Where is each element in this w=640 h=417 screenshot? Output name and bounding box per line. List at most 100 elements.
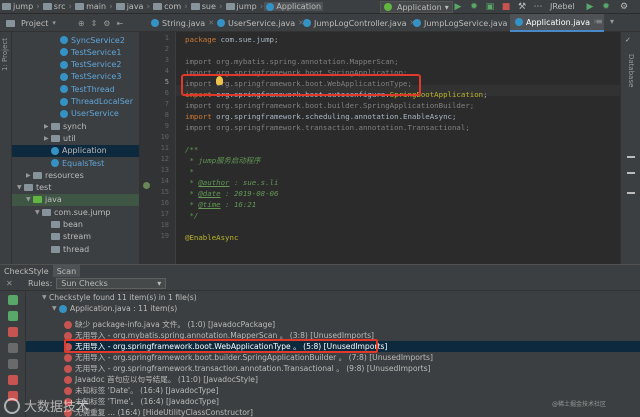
tree-item[interactable]: ▼ java <box>12 193 139 206</box>
collapse-panel-icon[interactable]: ✕ <box>6 279 13 288</box>
error-icon <box>64 386 72 395</box>
tree-item[interactable]: ThreadLocalSer <box>12 96 139 108</box>
breadcrumb-src[interactable]: src <box>41 2 68 11</box>
code-line-17: */ <box>185 211 199 220</box>
jrebel-debug-icon[interactable]: ✹ <box>600 1 612 13</box>
error-stripe-mark[interactable] <box>627 192 635 194</box>
jrebel-run-icon[interactable]: ▶ <box>584 1 596 13</box>
tab-jumplogservice-java[interactable]: JumpLogService.java✕ <box>408 14 521 32</box>
results-file-node[interactable]: ▼ Application.java : 11 item(s) <box>26 303 640 314</box>
left-tool-strip: 1: Project <box>0 32 12 264</box>
chevron-down-icon[interactable]: ▼ <box>26 196 33 203</box>
issue-row[interactable]: Javadoc 首句应以句号结尾。 (11:0) [JavadocStyle] <box>26 374 640 385</box>
tree-item[interactable]: stream <box>12 231 139 243</box>
breadcrumb-sue[interactable]: sue <box>189 2 218 11</box>
issue-text: 未知标签 'Date'。 (16:4) [JavadocType] <box>75 386 219 395</box>
breadcrumb-jump[interactable]: jump <box>0 2 35 11</box>
tree-item[interactable]: ▶ synch <box>12 120 139 132</box>
gear-icon[interactable]: ⚙ <box>103 19 110 28</box>
class-icon <box>266 2 275 11</box>
tree-item[interactable]: ▶ util <box>12 132 139 144</box>
line-number: 19 <box>160 232 169 240</box>
tab-application-java[interactable]: Application.java ✕ <box>510 14 604 32</box>
code-editor[interactable]: package com.sue.jump; import org.mybatis… <box>176 32 620 264</box>
build-icon[interactable]: ⚒ <box>516 1 528 13</box>
debug-icon[interactable]: ✹ <box>468 1 480 13</box>
error-stripe-mark[interactable] <box>627 172 635 174</box>
tree-item-label: com.sue.jump <box>54 207 111 217</box>
tree-item-label: resources <box>45 170 84 180</box>
error-stripe-mark[interactable] <box>627 156 635 158</box>
coverage-icon[interactable]: ▣ <box>484 1 496 13</box>
tree-item-label: TestService2 <box>71 60 122 70</box>
more-icon[interactable]: ⋯ <box>532 1 544 13</box>
issue-row[interactable]: 未知标签 'Time'。 (16:4) [JavadocType] <box>26 396 640 407</box>
run-config-select[interactable]: Application ▾ <box>380 1 453 13</box>
tab-list-icon[interactable]: ≡ <box>596 17 603 26</box>
tree-item[interactable]: TestService3 <box>12 71 139 83</box>
line-number: 4 <box>164 67 169 75</box>
breadcrumb-jump-pkg[interactable]: jump <box>224 2 259 11</box>
tab-scan[interactable]: Scan <box>52 264 81 278</box>
collapse-icon[interactable]: ⇕ <box>91 19 98 28</box>
tree-item[interactable]: TestService1 <box>12 46 139 58</box>
project-tool-button[interactable]: 1: Project <box>1 38 9 71</box>
tree-item[interactable]: UserService <box>12 108 139 120</box>
jrebel-select[interactable]: JRebel <box>550 2 575 11</box>
database-tool-button[interactable]: Database <box>627 54 635 87</box>
tree-item[interactable]: Application <box>12 144 139 157</box>
breadcrumb-com[interactable]: com <box>151 2 183 11</box>
issue-row[interactable]: 无用导入 - org.springframework.boot.builder.… <box>26 352 640 363</box>
stop-icon[interactable]: ■ <box>500 1 512 13</box>
chevron-right-icon[interactable]: ▶ <box>44 135 51 142</box>
breadcrumb-main[interactable]: main <box>73 2 108 11</box>
chevron-down-icon[interactable]: ▼ <box>17 184 24 191</box>
tree-item[interactable]: TestThread <box>12 83 139 95</box>
tree-item[interactable]: thread <box>12 243 139 255</box>
class-icon <box>60 36 68 44</box>
check-file-icon[interactable] <box>8 295 18 305</box>
breadcrumb-application[interactable]: Application <box>264 2 324 11</box>
tree-item[interactable]: TestService2 <box>12 59 139 71</box>
tree-item[interactable]: EqualsTest <box>12 157 139 169</box>
class-icon <box>60 60 68 69</box>
results-summary[interactable]: ▼ Checkstyle found 11 item(s) in 1 file(s… <box>26 292 640 303</box>
tree-item[interactable]: ▶ resources <box>12 169 139 181</box>
issue-row[interactable]: 无需重复 ... (16:4) [HideUtilityClassConstru… <box>26 407 640 417</box>
source-folder-icon <box>33 196 42 204</box>
issue-row[interactable]: 未知标签 'Date'。 (16:4) [JavadocType] <box>26 385 640 396</box>
issue-row[interactable]: 无用导入 - org.springframework.transaction.a… <box>26 363 640 374</box>
expand-all-icon[interactable] <box>8 343 18 353</box>
folder-icon <box>190 3 200 10</box>
fold-marker-icon[interactable] <box>143 182 150 189</box>
tab-overflow-icon[interactable]: ▾ <box>610 17 614 26</box>
target-icon[interactable]: ⊕ <box>78 19 85 28</box>
class-icon <box>60 109 68 118</box>
folder-icon <box>225 3 235 10</box>
collapse-all-icon[interactable] <box>8 359 18 369</box>
chevron-right-icon[interactable]: ▶ <box>26 172 33 179</box>
settings-icon[interactable]: ⚙ <box>618 1 630 13</box>
tab-checkstyle[interactable]: CheckStyle <box>0 265 53 278</box>
tab-jumplogcontroller-java[interactable]: JumpLogController.java✕ <box>298 14 420 32</box>
display-errors-icon[interactable] <box>8 375 18 385</box>
check-module-icon[interactable] <box>8 311 18 321</box>
hide-icon[interactable]: ⇤ <box>116 19 123 28</box>
issue-row[interactable]: 缺少 package-info.java 文件。 (1:0) [JavadocP… <box>26 319 640 330</box>
project-panel-header[interactable]: Project ▾ ⊕ ⇕ ⚙ ⇤ <box>0 14 140 32</box>
tree-item[interactable]: ▼ com.sue.jump <box>12 206 139 218</box>
lightbulb-icon[interactable] <box>216 76 223 85</box>
chevron-right-icon[interactable]: ▶ <box>44 123 51 130</box>
inspection-warning-icon[interactable]: ✓ <box>625 36 631 44</box>
tree-item[interactable]: ▼ test <box>12 182 139 194</box>
tab-userservice-java[interactable]: UserService.java ✕ <box>212 14 309 32</box>
tree-item[interactable]: SyncService2 <box>12 34 139 46</box>
stop-check-icon[interactable] <box>8 327 18 337</box>
chevron-down-icon[interactable]: ▼ <box>35 209 42 216</box>
class-icon <box>217 19 225 27</box>
tab-string-java[interactable]: String.java ✕ <box>146 14 219 32</box>
rules-select[interactable]: Sun Checks ▾ <box>56 278 167 289</box>
run-icon[interactable]: ▶ <box>452 1 464 13</box>
breadcrumb-java[interactable]: java <box>114 2 146 11</box>
tree-item[interactable]: bean <box>12 219 139 231</box>
